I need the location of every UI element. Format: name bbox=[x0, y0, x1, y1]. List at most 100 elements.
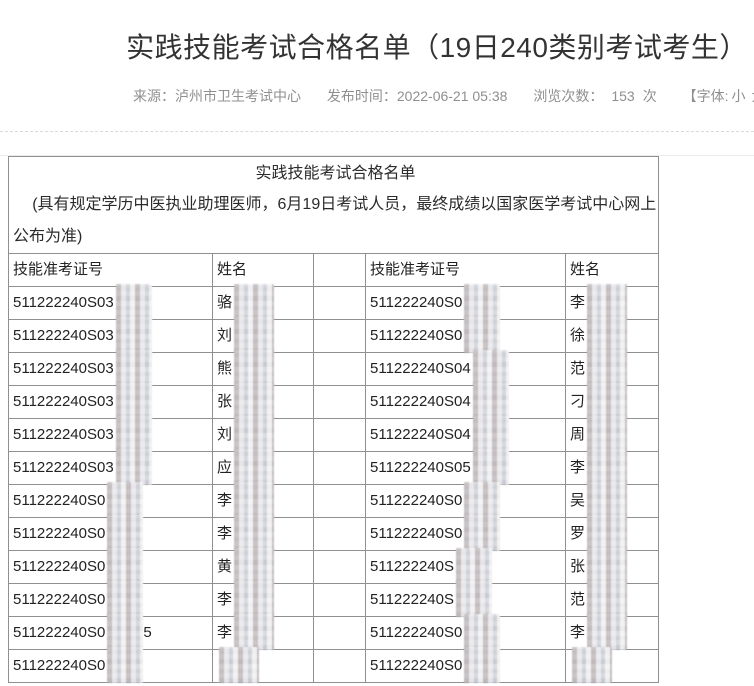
exam-id-cell: 511222240S0 bbox=[9, 551, 213, 584]
exam-id-cell: 511222240S0 bbox=[366, 650, 566, 683]
table-row: 511222240S03 熊 511222240S04 范 bbox=[9, 353, 659, 386]
name-cell: 吴 bbox=[566, 485, 659, 518]
spacer-cell bbox=[314, 485, 366, 518]
table-row: 511222240S0 李 511222240S0 吴 bbox=[9, 485, 659, 518]
exam-id-cell: 511222240S03 bbox=[9, 386, 213, 419]
table-row: 511222240S0 李 511222240S 范 bbox=[9, 584, 659, 617]
name-text: 罗 bbox=[570, 525, 585, 542]
table-row: 511222240S03 张 511222240S04 刁 bbox=[9, 386, 659, 419]
censor-mosaic bbox=[587, 284, 627, 320]
censor-mosaic bbox=[464, 647, 500, 683]
page: { "colors": { "page_background": "#fffff… bbox=[0, 28, 754, 686]
exam-id-text: 511222240S04 bbox=[370, 393, 471, 410]
censor-mosaic bbox=[456, 581, 492, 617]
name-text: 刘 bbox=[217, 426, 232, 443]
exam-id-cell: 511222240S03 bbox=[9, 320, 213, 353]
name-text: 骆 bbox=[217, 294, 232, 311]
censor-mosaic bbox=[234, 416, 274, 452]
table-row: 511222240S03 刘 511222240S04 周 bbox=[9, 419, 659, 452]
exam-id-cell: 511222240S0 bbox=[366, 287, 566, 320]
censor-mosaic bbox=[234, 383, 274, 419]
exam-id-cell: 511222240S03 bbox=[9, 419, 213, 452]
table-row: 511222240S03 骆 511222240S0 李 bbox=[9, 287, 659, 320]
table-caption-row: 实践技能考试合格名单 (具有规定学历中医执业助理医师，6月19日考试人员，最终成… bbox=[9, 157, 659, 254]
name-cell bbox=[566, 650, 659, 683]
name-cell: 徐 bbox=[566, 320, 659, 353]
name-text: 熊 bbox=[217, 360, 232, 377]
name-text: 徐 bbox=[570, 327, 585, 344]
censor-mosaic bbox=[473, 449, 509, 485]
censor-mosaic bbox=[464, 482, 500, 518]
censor-mosaic bbox=[464, 614, 500, 650]
exam-id-cell: 511222240S bbox=[366, 584, 566, 617]
table-title: 实践技能考试合格名单 bbox=[13, 159, 658, 189]
pass-list-container: 实践技能考试合格名单 (具有规定学历中医执业助理医师，6月19日考试人员，最终成… bbox=[8, 156, 658, 683]
name-cell: 李 bbox=[566, 617, 659, 650]
name-text: 李 bbox=[217, 492, 232, 509]
censor-mosaic bbox=[116, 383, 152, 419]
name-cell: 李 bbox=[213, 518, 314, 551]
spacer-cell bbox=[314, 584, 366, 617]
name-text: 刘 bbox=[217, 327, 232, 344]
name-cell: 李 bbox=[213, 617, 314, 650]
exam-id-cell: 511222240S03 bbox=[9, 452, 213, 485]
source-value: 泸州市卫生考试中心 bbox=[175, 88, 301, 104]
name-text: 李 bbox=[217, 591, 232, 608]
exam-id-cell: 511222240S0 bbox=[366, 518, 566, 551]
column-header-name-right: 姓名 bbox=[566, 254, 659, 287]
spacer-cell bbox=[314, 287, 366, 320]
name-text: 黄 bbox=[217, 558, 232, 575]
table-row: 511222240S0 黄 511222240S 张 bbox=[9, 551, 659, 584]
censor-mosaic bbox=[116, 317, 152, 353]
column-header-spacer bbox=[314, 254, 366, 287]
exam-id-cell: 511222240S0 bbox=[9, 485, 213, 518]
censor-mosaic bbox=[234, 614, 274, 650]
exam-id-cell: 511222240S04 bbox=[366, 419, 566, 452]
name-cell: 刘 bbox=[213, 320, 314, 353]
column-header-exam-id-left: 技能准考证号 bbox=[9, 254, 213, 287]
name-cell: 李 bbox=[566, 452, 659, 485]
exam-id-cell: 511222240S04 bbox=[366, 386, 566, 419]
exam-id-cell: 511222240S03 bbox=[9, 287, 213, 320]
spacer-cell bbox=[314, 419, 366, 452]
page-title: 实践技能考试合格名单（19日240类别考试考生） bbox=[120, 28, 754, 68]
censor-mosaic bbox=[219, 647, 259, 683]
name-cell: 刁 bbox=[566, 386, 659, 419]
exam-id-text: 511222240S0 bbox=[13, 492, 105, 509]
exam-id-text: 511222240S03 bbox=[13, 426, 114, 443]
exam-id-cell: 511222240S0 bbox=[9, 518, 213, 551]
meta-publish-time: 发布时间：2022-06-21 05:38 bbox=[327, 88, 508, 104]
exam-id-text: 511222240S0 bbox=[370, 525, 462, 542]
censor-mosaic bbox=[234, 515, 274, 551]
name-text: 李 bbox=[217, 525, 232, 542]
name-cell: 李 bbox=[213, 584, 314, 617]
censor-mosaic bbox=[587, 515, 627, 551]
name-text: 李 bbox=[217, 624, 232, 641]
censor-mosaic bbox=[587, 350, 627, 386]
censor-mosaic bbox=[234, 482, 274, 518]
exam-id-suffix: 5 bbox=[143, 624, 151, 641]
censor-mosaic bbox=[107, 482, 143, 518]
censor-mosaic bbox=[473, 416, 509, 452]
name-cell: 周 bbox=[566, 419, 659, 452]
exam-id-cell: 511222240S0 bbox=[9, 650, 213, 683]
exam-id-text: 511222240S03 bbox=[13, 360, 114, 377]
censor-mosaic bbox=[587, 317, 627, 353]
font-small-button[interactable]: 小 bbox=[731, 88, 745, 104]
exam-id-text: 511222240S bbox=[370, 591, 454, 608]
meta-views: 浏览次数：153次 bbox=[533, 88, 656, 104]
censor-mosaic bbox=[473, 383, 509, 419]
table-caption-cell: 实践技能考试合格名单 (具有规定学历中医执业助理医师，6月19日考试人员，最终成… bbox=[9, 157, 659, 254]
exam-id-cell: 511222240S03 bbox=[9, 353, 213, 386]
censor-mosaic bbox=[587, 383, 627, 419]
name-cell: 张 bbox=[213, 386, 314, 419]
exam-id-cell: 511222240S0 bbox=[366, 485, 566, 518]
censor-mosaic bbox=[107, 614, 143, 650]
table-row: 511222240S03 应 511222240S05 李 bbox=[9, 452, 659, 485]
censor-mosaic bbox=[116, 449, 152, 485]
publish-time-label: 发布时间： bbox=[327, 88, 397, 104]
views-unit: 次 bbox=[643, 88, 657, 104]
exam-id-text: 511222240S0 bbox=[13, 624, 105, 641]
spacer-cell bbox=[314, 617, 366, 650]
censor-mosaic bbox=[587, 416, 627, 452]
